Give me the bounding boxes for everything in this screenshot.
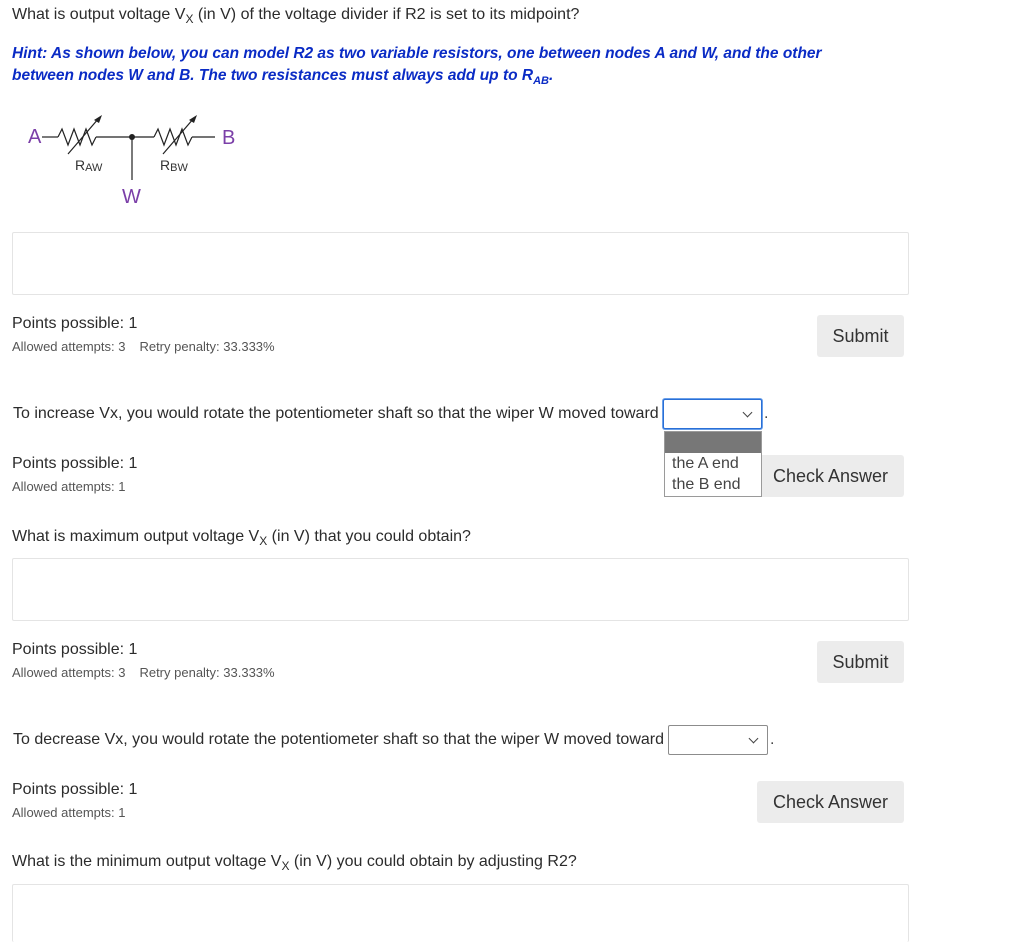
answer-input-3[interactable]: [12, 884, 909, 942]
points-possible-1: Points possible: 1: [12, 315, 138, 332]
hint-period: .: [548, 67, 554, 84]
hint-subscript: AB: [533, 75, 549, 88]
dropdown-options: the A end the B end: [664, 431, 762, 497]
period-2: .: [770, 731, 775, 748]
question-1-text: What is output voltage V: [12, 6, 186, 23]
r-bw-label: RBW: [160, 157, 188, 174]
check-answer-button-1[interactable]: Check Answer: [757, 455, 904, 497]
option-blank[interactable]: [665, 432, 761, 453]
retry-penalty-3: Retry penalty: 33.333%: [139, 665, 275, 680]
question-2: To increase Vx, you would rotate the pot…: [13, 405, 659, 422]
attempts-info-3: Allowed attempts: 3 Retry penalty: 33.333…: [12, 665, 275, 680]
node-w-dot: [129, 134, 135, 140]
question-3-text: What is maximum output voltage V: [12, 528, 260, 545]
r-aw-label: RAW: [75, 157, 103, 174]
points-possible-3: Points possible: 1: [12, 641, 138, 658]
question-5-text-end: (in V) you could obtain by adjusting R2?: [289, 853, 577, 870]
wiper-direction-select-1[interactable]: [663, 399, 762, 429]
retry-penalty-1: Retry penalty: 33.333%: [139, 339, 275, 354]
submit-button-2[interactable]: Submit: [817, 641, 904, 683]
answer-input-2[interactable]: [12, 558, 909, 621]
question-1: What is output voltage VX (in V) of the …: [12, 6, 579, 26]
question-3-text-end: (in V) that you could obtain?: [267, 528, 471, 545]
option-a-end[interactable]: the A end: [665, 453, 761, 474]
attempts-info-2: Allowed attempts: 1: [12, 479, 125, 494]
allowed-attempts-3: Allowed attempts: 3: [12, 665, 126, 680]
node-w-label: W: [122, 186, 141, 208]
question-1-text-end: (in V) of the voltage divider if R2 is s…: [193, 6, 580, 23]
hint-body: Hint: As shown below, you can model R2 a…: [12, 45, 822, 84]
points-possible-2: Points possible: 1: [12, 455, 138, 472]
question-3: What is maximum output voltage VX (in V)…: [12, 528, 471, 548]
chevron-down-icon: [742, 407, 753, 418]
node-b-label: B: [222, 127, 235, 149]
question-5-text: What is the minimum output voltage V: [12, 853, 282, 870]
period-1: .: [764, 405, 769, 422]
option-b-end[interactable]: the B end: [665, 474, 761, 495]
node-a-label: A: [28, 126, 42, 148]
points-possible-4: Points possible: 1: [12, 781, 138, 798]
wiper-direction-select-2[interactable]: [668, 725, 768, 755]
answer-input-1[interactable]: [12, 232, 909, 295]
attempts-info-4: Allowed attempts: 1: [12, 805, 125, 820]
allowed-attempts-1: Allowed attempts: 3: [12, 339, 126, 354]
submit-button-1[interactable]: Submit: [817, 315, 904, 357]
chevron-down-icon: [748, 733, 759, 744]
hint-text: Hint: As shown below, you can model R2 a…: [12, 43, 882, 92]
allowed-attempts-2: Allowed attempts: 1: [12, 479, 126, 494]
question-4: To decrease Vx, you would rotate the pot…: [13, 731, 665, 748]
question-5: What is the minimum output voltage VX (i…: [12, 853, 577, 873]
potentiometer-diagram: A B W RAW RBW: [28, 115, 235, 208]
check-answer-button-2[interactable]: Check Answer: [757, 781, 904, 823]
allowed-attempts-4: Allowed attempts: 1: [12, 805, 126, 820]
attempts-info-1: Allowed attempts: 3 Retry penalty: 33.333…: [12, 339, 275, 354]
